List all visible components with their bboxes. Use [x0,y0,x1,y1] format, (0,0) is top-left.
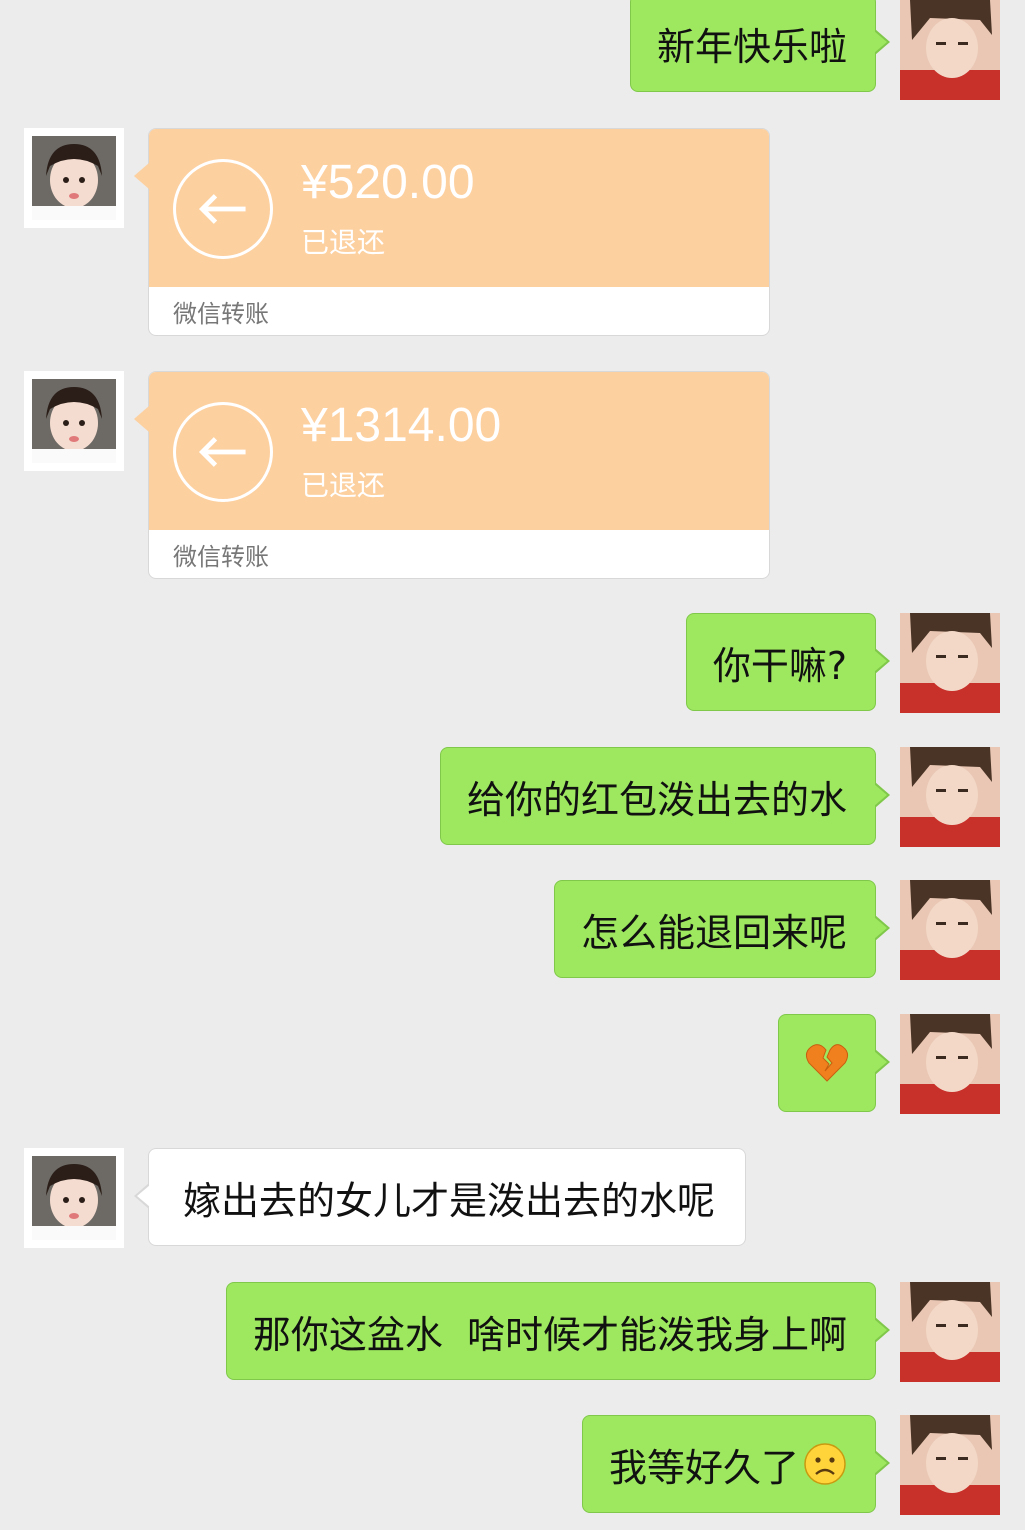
message-text: 我等好久了 [608,1445,799,1490]
my-avatar[interactable] [900,1415,1000,1515]
message-text: 给你的红包泼出去的水 [466,777,847,822]
message-text: 新年快乐啦 [656,24,847,69]
message-bubble[interactable]: 我等好久了 [581,1415,891,1513]
contact-avatar[interactable] [24,128,124,228]
broken-heart-icon [805,1041,849,1085]
return-arrow-icon [173,402,273,502]
return-arrow-icon [173,159,273,259]
transfer-status: 已退还 [301,469,386,502]
transfer-card[interactable]: ¥1314.00 已退还 微信转账 [134,371,770,579]
message-text: 嫁出去的女儿才是泼出去的水呢 [183,1178,716,1223]
message-bubble[interactable]: 嫁出去的女儿才是泼出去的水呢 [133,1148,747,1246]
contact-avatar[interactable] [24,1148,124,1248]
message-text: 怎么能退回来呢 [580,910,847,955]
frowning-face-icon [803,1442,847,1486]
transfer-card-body: ¥520.00 已退还 [149,129,769,287]
my-avatar[interactable] [900,880,1000,980]
message-text: 你干嘛? [712,643,847,688]
contact-avatar[interactable] [24,371,124,471]
message-bubble[interactable]: 新年快乐啦 [629,0,891,92]
message-bubble[interactable]: 你干嘛? [685,613,891,711]
transfer-amount: ¥520.00 [301,156,475,209]
transfer-label: 微信转账 [173,299,269,328]
chat-view: 新年快乐啦 ¥520.00 已退还 微信转账 ¥1314.00 已退还 微信转账 [0,0,1025,1530]
my-avatar[interactable] [900,613,1000,713]
transfer-amount: ¥1314.00 [301,399,502,452]
my-avatar[interactable] [900,1282,1000,1382]
my-avatar[interactable] [900,0,1000,100]
transfer-card-body: ¥1314.00 已退还 [149,372,769,530]
message-bubble[interactable]: 那你这盆水 啥时候才能泼我身上啊 [225,1282,891,1380]
transfer-label: 微信转账 [173,542,269,571]
message-bubble[interactable] [778,1014,890,1112]
message-text: 那你这盆水 啥时候才能泼我身上啊 [252,1312,847,1357]
transfer-card[interactable]: ¥520.00 已退还 微信转账 [134,128,770,336]
my-avatar[interactable] [900,747,1000,847]
message-bubble[interactable]: 怎么能退回来呢 [553,880,891,978]
my-avatar[interactable] [900,1014,1000,1114]
transfer-status: 已退还 [301,226,386,259]
message-bubble[interactable]: 给你的红包泼出去的水 [439,747,891,845]
